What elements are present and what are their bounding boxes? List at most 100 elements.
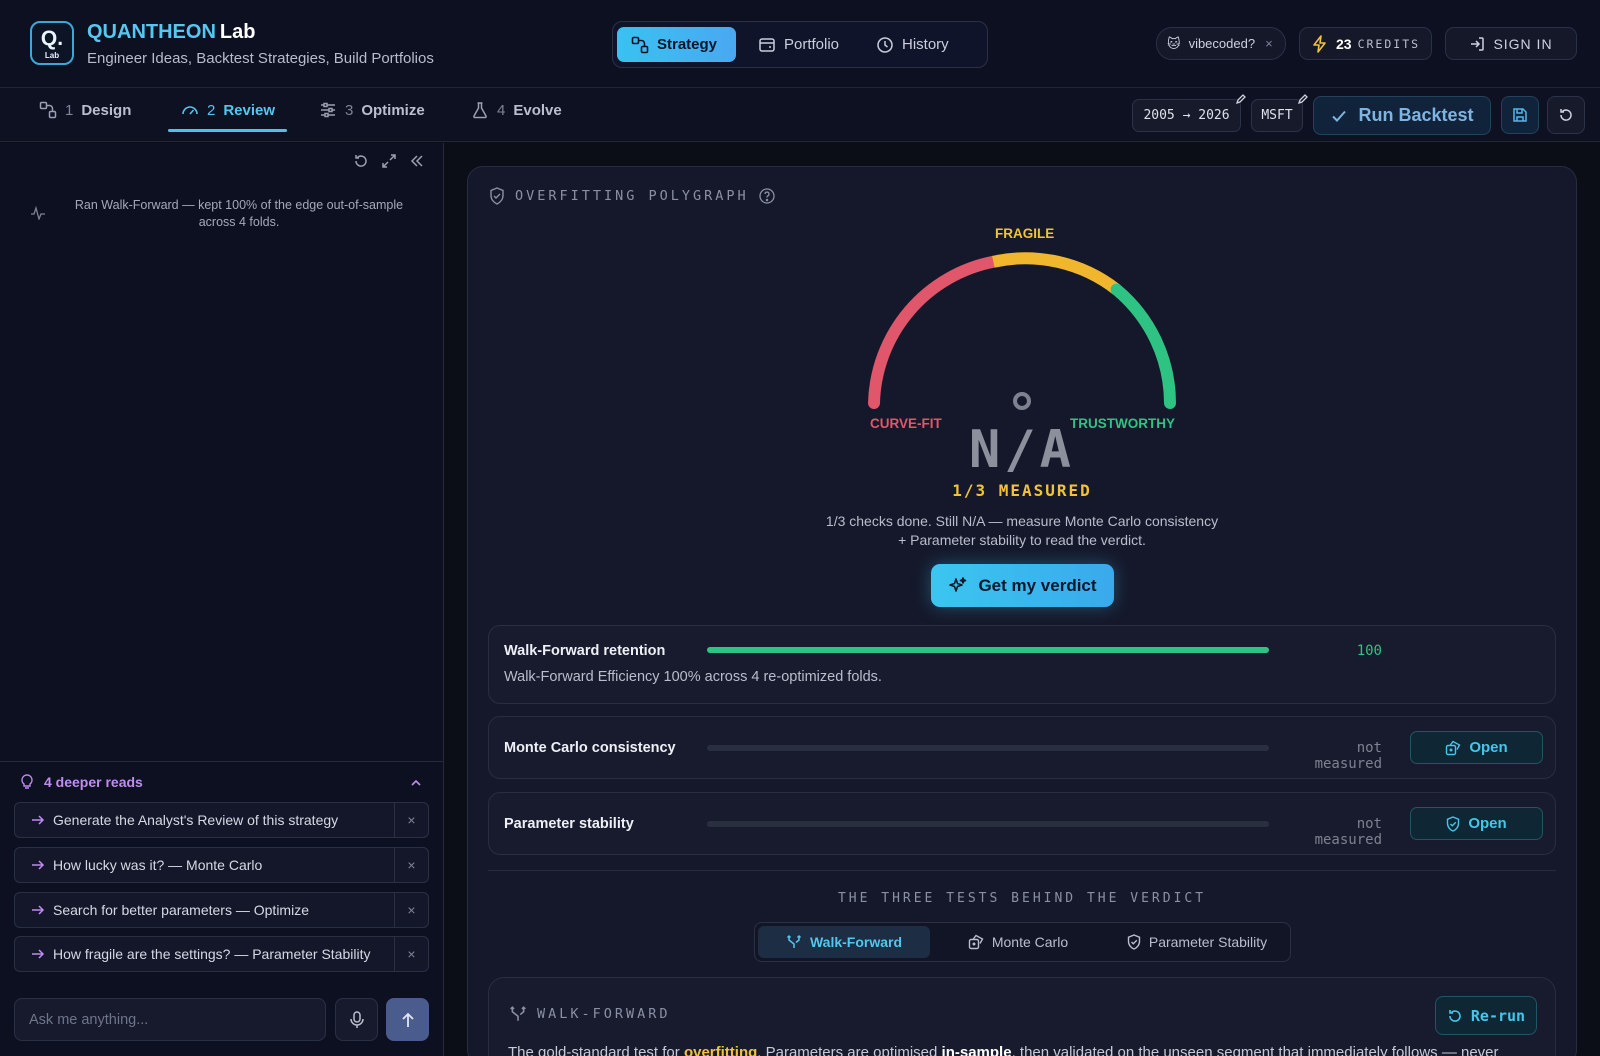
edit-date-icon[interactable] [1235, 93, 1247, 105]
tab-walk-forward[interactable]: Walk-Forward [758, 926, 930, 958]
check-label: Monte Carlo consistency [504, 740, 676, 756]
tab-walk-forward-label: Walk-Forward [809, 934, 903, 950]
help-icon[interactable] [759, 188, 775, 204]
brand-name: QUANTHEON Lab [87, 21, 255, 44]
walk-forward-header: WALK-FORWARD [509, 1005, 671, 1023]
check-progress-track [707, 745, 1269, 751]
cat-emoji-icon: 🐱 [1167, 35, 1181, 51]
check-value: not measured [1314, 816, 1382, 848]
nav-strategy-label: Strategy [657, 36, 718, 53]
dismiss-icon[interactable]: × [394, 937, 428, 971]
shield-icon [489, 187, 505, 205]
open-parameter-stability-button[interactable]: Open [1410, 807, 1543, 840]
ticker-value: MSFT [1261, 108, 1293, 123]
mic-button[interactable] [335, 998, 378, 1041]
run-backtest-button[interactable]: Run Backtest [1313, 96, 1491, 135]
polygraph-header: OVERFITTING POLYGRAPH [489, 187, 775, 205]
wf-text-1: The gold-standard test for [508, 1044, 684, 1056]
strategy-icon [631, 36, 649, 54]
tab-parameter-stability-label: Parameter Stability [1148, 934, 1268, 950]
microphone-icon [349, 1010, 364, 1029]
check-row-monte-carlo: Monte Carlo consistency not measured Ope… [488, 716, 1556, 779]
check-value: 100 [1356, 643, 1382, 659]
check-progress-track [707, 647, 1269, 653]
verdict-note: 1/3 checks done. Still N/A — measure Mon… [825, 513, 1219, 548]
credits-label: CREDITS [1357, 36, 1421, 51]
tab-design[interactable]: 1 Design [39, 88, 131, 132]
ticker-chip[interactable]: MSFT [1251, 99, 1303, 132]
suggestion-item[interactable]: How fragile are the settings? — Paramete… [14, 936, 429, 972]
nav-strategy[interactable]: Strategy [617, 27, 736, 62]
gauge-arc-green [1110, 283, 1176, 409]
tab-evolve[interactable]: 4 Evolve [471, 88, 562, 132]
reset-button[interactable] [1547, 96, 1585, 134]
get-verdict-button[interactable]: Get my verdict [931, 564, 1114, 607]
dice-icon [968, 934, 984, 950]
dismiss-icon[interactable]: × [394, 848, 428, 882]
arrow-up-icon [401, 1012, 415, 1028]
date-range-chip[interactable]: 2005 → 2026 [1132, 99, 1241, 132]
tab-review[interactable]: 2 Review [181, 88, 275, 132]
logo-small-text: Lab [44, 51, 60, 60]
gauge-arc-yellow [992, 252, 1121, 295]
tab-review-label: Review [223, 101, 276, 119]
verdict-score: N/A [969, 420, 1075, 480]
activity-log-text: Ran Walk-Forward — kept 100% of the edge… [74, 198, 404, 229]
ask-input[interactable]: Ask me anything... [14, 998, 326, 1041]
rerun-button[interactable]: Re-run [1435, 996, 1537, 1035]
deeper-reads-title: 4 deeper reads [44, 774, 143, 790]
open-monte-carlo-button[interactable]: Open [1410, 731, 1543, 764]
dismiss-icon[interactable]: × [394, 893, 428, 927]
edit-ticker-icon[interactable] [1297, 93, 1309, 105]
dismiss-icon[interactable]: × [394, 803, 428, 837]
wf-text-2: . Parameters are optimised [757, 1044, 942, 1056]
lightning-icon [1312, 34, 1328, 53]
deeper-reads-header[interactable]: 4 deeper reads [20, 774, 143, 790]
check-progress-fill [707, 647, 1269, 653]
suggestion-item[interactable]: How lucky was it? — Monte Carlo × [14, 847, 429, 883]
chat-sidebar: Ran Walk-Forward — kept 100% of the edge… [0, 143, 444, 1056]
check-label: Parameter stability [504, 816, 634, 832]
chevron-up-icon[interactable] [410, 777, 422, 789]
main-nav: Strategy Portfolio History [612, 21, 988, 68]
tab-monte-carlo-label: Monte Carlo [991, 934, 1069, 950]
refresh-icon[interactable] [353, 153, 369, 169]
sign-in-label: SIGN IN [1493, 35, 1553, 52]
tagline: Engineer Ideas, Backtest Strategies, Bui… [87, 50, 434, 67]
credits-badge[interactable]: 23 CREDITS [1299, 27, 1432, 60]
section-divider [488, 870, 1556, 871]
save-button[interactable] [1501, 96, 1539, 134]
three-tests-heading: THE THREE TESTS BEHIND THE VERDICT [837, 891, 1207, 906]
tab-parameter-stability[interactable]: Parameter Stability [1106, 926, 1288, 958]
tab-monte-carlo[interactable]: Monte Carlo [938, 926, 1098, 958]
suggestion-text: How lucky was it? — Monte Carlo [53, 857, 263, 873]
tab-evolve-label: Evolve [513, 101, 562, 119]
expand-icon[interactable] [381, 153, 397, 169]
tab-optimize[interactable]: 3 Optimize [319, 88, 425, 132]
app-logo[interactable]: Q. Lab [30, 21, 74, 65]
send-button[interactable] [386, 998, 429, 1041]
nav-portfolio[interactable]: Portfolio [744, 27, 857, 62]
nav-history[interactable]: History [862, 27, 975, 62]
save-icon [1512, 107, 1528, 123]
polygraph-title: OVERFITTING POLYGRAPH [515, 188, 749, 204]
collapse-icon[interactable] [409, 153, 425, 169]
nav-portfolio-label: Portfolio [784, 36, 840, 53]
sign-in-button[interactable]: SIGN IN [1445, 27, 1577, 60]
suggestion-item[interactable]: Search for better parameters — Optimize … [14, 892, 429, 928]
badge-close-icon[interactable]: × [1265, 36, 1273, 51]
user-badge[interactable]: 🐱 vibecoded? × [1156, 27, 1286, 60]
wf-highlight: overfitting [683, 1044, 758, 1056]
dice-icon [1445, 740, 1461, 756]
tab-review-num: 2 [207, 101, 216, 119]
nav-history-label: History [902, 36, 949, 53]
history-icon [876, 36, 894, 54]
suggestion-text: Generate the Analyst's Review of this st… [53, 812, 339, 828]
step-tabs-row: 1 Design 2 Review 3 Optimize 4 Evolve 20… [0, 88, 1600, 142]
activity-log-entry: Ran Walk-Forward — kept 100% of the edge… [30, 197, 420, 231]
suggestion-item[interactable]: Generate the Analyst's Review of this st… [14, 802, 429, 838]
fork-icon [786, 934, 802, 950]
gauge-icon [181, 101, 199, 119]
rerun-label: Re-run [1470, 1006, 1526, 1025]
gauge-label-fragile: FRAGILE [995, 226, 1055, 241]
